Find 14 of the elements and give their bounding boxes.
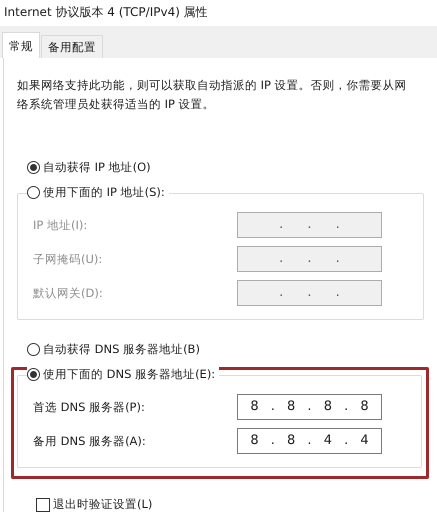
description-text: 如果网络支持此功能，则可以获取自动指派的 IP 设置。否则，你需要从网络系统管理员处获得适当的 IP 设置。: [17, 77, 408, 113]
field-label: 默认网关(D):: [33, 286, 104, 300]
field-label: 子网掩码(U):: [33, 252, 104, 266]
radio-button[interactable]: [27, 368, 40, 381]
radio-button[interactable]: [27, 161, 40, 174]
tab[interactable]: 常规: [2, 32, 40, 58]
radio-button[interactable]: [27, 343, 40, 356]
field-label: 备用 DNS 服务器(A):: [33, 434, 147, 448]
ip-address-field[interactable]: 8 . 8 . 4 . 4: [237, 428, 382, 454]
ip-address-field[interactable]: 8 . 8 . 8 . 8: [237, 394, 382, 420]
field-label: IP 地址(I):: [33, 218, 88, 232]
field-label: 首选 DNS 服务器(P):: [33, 400, 146, 414]
tab[interactable]: 备用配置: [41, 35, 103, 58]
checkbox[interactable]: [36, 498, 50, 512]
